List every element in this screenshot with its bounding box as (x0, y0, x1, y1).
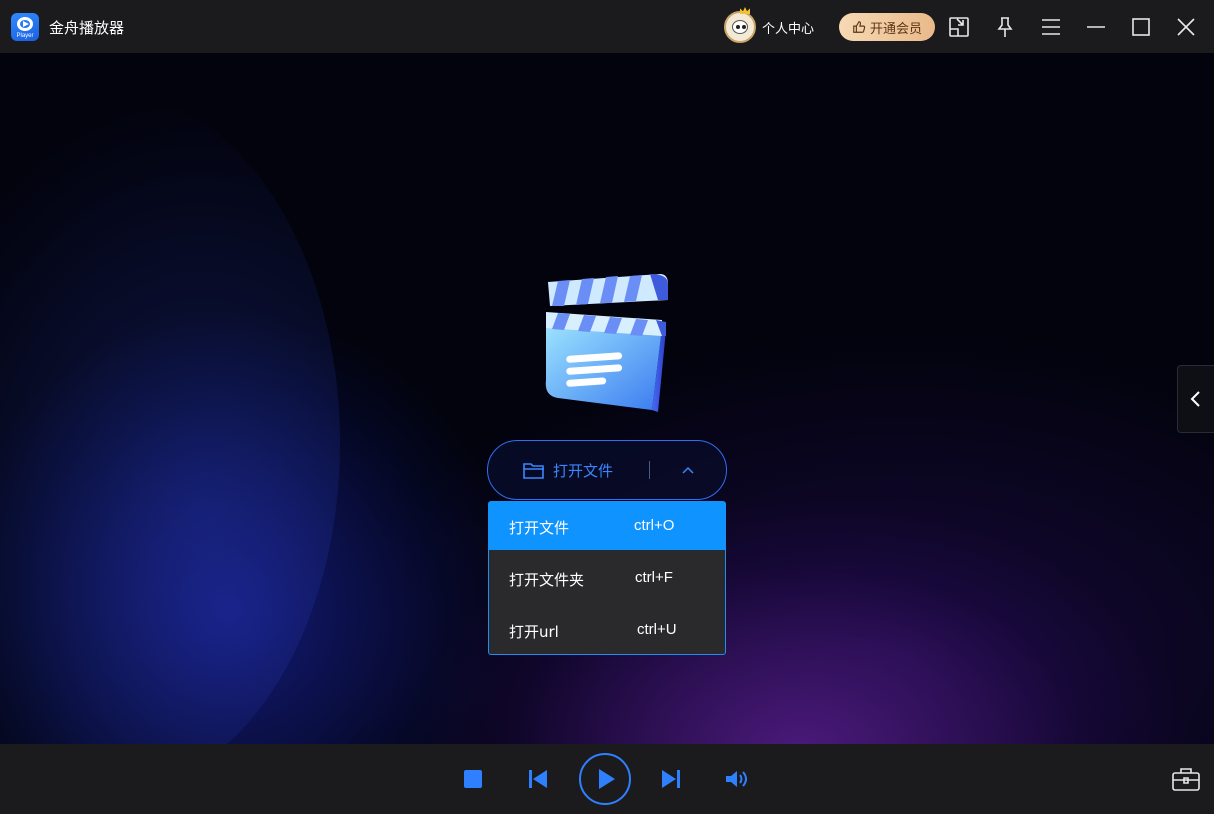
control-bar (0, 744, 1214, 814)
open-file-label: 打开文件 (552, 461, 613, 480)
menu-item-label: 打开文件 (509, 519, 570, 537)
next-icon[interactable] (660, 768, 682, 790)
vip-button-label: 开通会员 (869, 21, 922, 37)
folder-icon (523, 463, 544, 479)
open-options-dropdown: 打开文件 ctrl+O 打开文件夹 ctrl+F 打开url ctrl+U (488, 501, 726, 655)
previous-icon[interactable] (527, 768, 549, 790)
open-file-button[interactable]: 打开文件 (488, 441, 648, 499)
menu-item-shortcut: ctrl+O (634, 517, 675, 534)
menu-item-label: 打开url (509, 623, 559, 641)
menu-item-open-folder[interactable]: 打开文件夹 ctrl+F (489, 554, 725, 602)
app-logo-icon: Player (11, 13, 39, 41)
side-panel-toggle[interactable] (1177, 365, 1214, 433)
chevron-left-icon (1190, 391, 1200, 407)
play-icon (599, 769, 615, 789)
pin-icon[interactable] (992, 14, 1018, 40)
title-bar: Player 金舟播放器 个人中心 开通会员 (0, 0, 1214, 53)
app-logo-label: Player (16, 33, 34, 39)
open-file-group: 打开文件 (487, 440, 727, 500)
open-button-divider (649, 461, 650, 479)
menu-item-open-file[interactable]: 打开文件 ctrl+O (489, 502, 725, 550)
stop-icon[interactable] (462, 768, 484, 790)
user-avatar[interactable] (724, 7, 756, 43)
app-title: 金舟播放器 (49, 19, 125, 37)
toolbox-icon[interactable] (1172, 766, 1200, 792)
menu-item-open-url[interactable]: 打开url ctrl+U (489, 606, 725, 654)
menu-icon[interactable] (1038, 14, 1064, 40)
chevron-up-icon (682, 466, 694, 474)
open-options-toggle[interactable] (663, 441, 713, 499)
clapperboard-illustration (545, 274, 668, 412)
menu-item-shortcut: ctrl+U (637, 621, 677, 638)
thumbs-up-icon (853, 21, 866, 33)
play-button[interactable] (579, 753, 631, 805)
personal-center-link[interactable]: 个人中心 (762, 18, 814, 37)
close-icon[interactable] (1173, 14, 1199, 40)
menu-item-shortcut: ctrl+F (635, 569, 673, 586)
maximize-icon[interactable] (1128, 14, 1154, 40)
menu-item-label: 打开文件夹 (509, 571, 585, 589)
volume-icon[interactable] (724, 768, 750, 790)
mini-window-icon[interactable] (946, 14, 972, 40)
minimize-icon[interactable] (1083, 14, 1109, 40)
vip-button[interactable]: 开通会员 (839, 13, 935, 41)
